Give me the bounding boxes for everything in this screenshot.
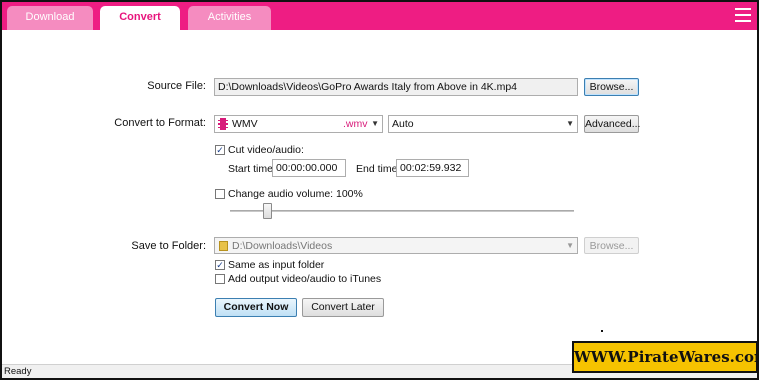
chevron-down-icon: ▼ [371, 119, 379, 128]
start-time-label: Start time: [228, 163, 276, 175]
tab-activities[interactable]: Activities [188, 6, 271, 30]
save-folder-value: D:\Downloads\Videos [232, 240, 333, 252]
convert-now-button[interactable]: Convert Now [215, 298, 297, 317]
app-window: Download Convert Activities Source File:… [0, 0, 759, 380]
watermark-banner: WWW.PirateWares.com [572, 341, 759, 373]
source-browse-button[interactable]: Browse... [584, 78, 639, 96]
same-as-input-checkbox[interactable]: ✓ [215, 260, 225, 270]
cut-checkbox[interactable]: ✓ [215, 145, 225, 155]
volume-slider-thumb[interactable] [263, 203, 272, 219]
end-time-label: End time: [356, 163, 401, 175]
tab-convert[interactable]: Convert [100, 6, 180, 30]
format-select[interactable]: WMV .wmv ▼ [214, 115, 383, 133]
stray-dot [601, 330, 603, 332]
tab-download[interactable]: Download [7, 6, 93, 30]
format-label: Convert to Format: [114, 117, 206, 129]
save-browse-button[interactable]: Browse... [584, 237, 639, 254]
save-folder-label: Save to Folder: [131, 240, 206, 252]
volume-checkbox[interactable] [215, 189, 225, 199]
source-file-label: Source File: [147, 80, 206, 92]
chevron-down-icon: ▼ [566, 119, 574, 128]
hamburger-menu-icon[interactable] [735, 8, 751, 22]
volume-label: Change audio volume: 100% [228, 188, 363, 200]
source-file-field[interactable]: D:\Downloads\Videos\GoPro Awards Italy f… [214, 78, 578, 96]
start-time-input[interactable]: 00:00:00.000 [272, 159, 346, 177]
quality-select[interactable]: Auto ▼ [388, 115, 578, 133]
itunes-label: Add output video/audio to iTunes [228, 273, 382, 285]
format-name: WMV [232, 118, 258, 130]
convert-later-button[interactable]: Convert Later [302, 298, 384, 317]
same-as-input-label: Same as input folder [228, 259, 325, 271]
itunes-checkbox[interactable] [215, 274, 225, 284]
tab-bar: Download Convert Activities [2, 2, 757, 30]
film-icon [218, 118, 228, 130]
save-folder-select[interactable]: D:\Downloads\Videos ▼ [214, 237, 578, 254]
advanced-button[interactable]: Advanced... [584, 115, 640, 133]
chevron-down-icon: ▼ [566, 241, 574, 250]
quality-value: Auto [392, 118, 414, 130]
folder-icon [219, 241, 228, 251]
format-ext: .wmv [343, 118, 368, 130]
cut-label: Cut video/audio: [228, 144, 304, 156]
end-time-input[interactable]: 00:02:59.932 [396, 159, 469, 177]
volume-slider-track[interactable] [230, 210, 574, 212]
status-text: Ready [4, 366, 32, 377]
